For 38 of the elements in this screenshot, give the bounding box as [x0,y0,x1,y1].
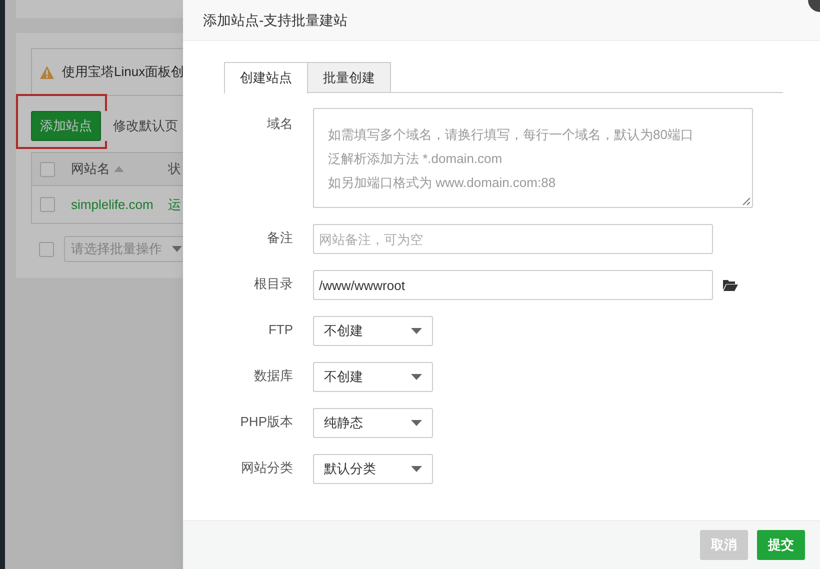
status-text: 运 [168,196,181,214]
select-dropdown[interactable]: 不创建 [313,316,433,346]
field-label: 数据库 [253,367,293,385]
field-label: 网站分类 [240,459,293,477]
tab[interactable]: 创建站点 [224,62,308,94]
caret-icon [411,374,422,380]
warning-icon [40,66,54,78]
column-header[interactable]: 状 [168,159,181,179]
checkbox[interactable] [39,242,54,256]
column-header[interactable]: 网站名 [71,159,110,179]
sort-up-icon[interactable] [114,166,124,172]
dialog-title: 添加站点-支持批量建站 [203,10,348,30]
caret-icon [411,466,422,472]
checkbox[interactable] [40,162,55,176]
alert-text: 使用宝塔Linux面板创 [62,63,183,82]
resize-handle-icon[interactable] [742,197,750,205]
field-label: 域名 [266,115,293,133]
add-site-button[interactable]: 添加站点 [31,111,101,141]
placeholder-text: 如另加端口格式为 www.domain.com:88 [328,174,557,192]
caret-icon [172,246,182,252]
input-field[interactable]: 网站备注，可为空 [313,224,713,254]
select-dropdown[interactable]: 纯静态 [313,408,433,438]
submit-button[interactable]: 提交 [757,530,805,560]
placeholder-text: 如需填写多个域名，请换行填写，每行一个域名，默认为80端口 [328,126,694,144]
tab[interactable]: 批量创建 [308,62,391,93]
site-link[interactable]: simplelife.com [71,194,168,214]
select-dropdown[interactable]: 不创建 [313,362,433,392]
checkbox[interactable] [40,197,55,212]
caret-icon [411,420,422,426]
field-label: 备注 [266,229,293,247]
field-label: FTP [267,321,293,339]
select-dropdown[interactable]: 默认分类 [313,454,433,484]
caret-icon [411,328,422,334]
field-label: PHP版本 [239,413,293,431]
path-field[interactable]: /www/wwwroot [313,270,713,300]
placeholder-text: 泛解析添加方法 *.domain.com [328,150,504,168]
folder-icon[interactable] [723,279,738,291]
field-label: 根目录 [253,275,293,293]
